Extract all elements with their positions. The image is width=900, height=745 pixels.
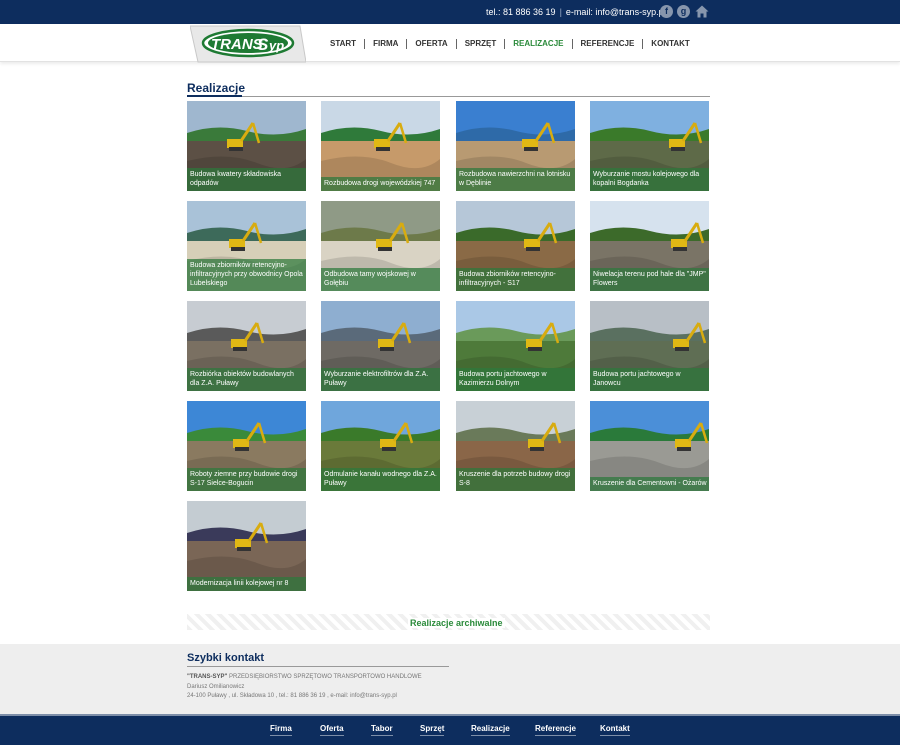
gallery-item[interactable]: Modernizacja linii kolejowej nr 8: [187, 501, 306, 591]
main-menu: START FIRMA OFERTA SPRZĘT REALIZACJE REF…: [322, 39, 698, 49]
menu-item-sprzet[interactable]: SPRZĘT: [455, 39, 505, 49]
gallery-caption: Rozbudowa nawierzchni na lotnisku w Dębl…: [456, 168, 575, 191]
gallery-caption: Rozbudowa drogi wojewódzkiej 747: [321, 177, 440, 191]
company-owner: Dariusz Omilianowicz: [187, 684, 245, 690]
gallery-item[interactable]: Wyburzanie mostu kolejowego dla kopalni …: [590, 101, 709, 191]
gallery-caption: Budowa kwatery składowiska odpadów: [187, 168, 306, 191]
quick-contact-section: Szybki kontakt "TRANS-SYP" PRZEDSIĘBIORS…: [0, 644, 900, 714]
gallery-item[interactable]: Budowa kwatery składowiska odpadów: [187, 101, 306, 191]
gallery-item[interactable]: Odmulanie kanału wodnego dla Z.A. Puławy: [321, 401, 440, 491]
logo-text-main: TRANS: [211, 36, 263, 53]
footer-item-firma[interactable]: Firma: [270, 724, 292, 736]
page-title: Realizacje: [187, 81, 246, 95]
gallery-caption: Modernizacja linii kolejowej nr 8: [187, 577, 306, 591]
gallery-caption: Roboty ziemne przy budowie drogi S-17 Si…: [187, 468, 306, 491]
footer-item-tabor[interactable]: Tabor: [371, 724, 393, 736]
logo-text-s: S: [257, 35, 269, 54]
gallery-item[interactable]: Budowa portu jachtowego w Kazimierzu Dol…: [456, 301, 575, 391]
menu-item-referencje[interactable]: REFERENCJE: [571, 39, 643, 49]
top-bar: tel.: 81 886 36 19 | e-mail: info@trans-sy…: [0, 0, 900, 24]
gallery-item[interactable]: Rozbiórka obiektów budowlanych dla Z.A. …: [187, 301, 306, 391]
company-desc: PRZEDSIĘBIORSTWO SPRZĘTOWO TRANSPORTOWO …: [229, 674, 422, 680]
footer-nav: Firma Oferta Tabor Sprzęt Realizacje Ref…: [0, 714, 900, 745]
gallery-item[interactable]: Budowa portu jachtowego w Janowcu: [590, 301, 709, 391]
trans-syp-logo[interactable]: TRANS S yp: [190, 24, 306, 64]
gallery-caption: Budowa zbiorników retencyjno-infiltracyj…: [456, 268, 575, 291]
facebook-icon[interactable]: f: [660, 5, 673, 18]
header-contact: tel.: 81 886 36 19 | e-mail: info@trans-sy…: [486, 7, 666, 17]
gallery-item[interactable]: Rozbudowa drogi wojewódzkiej 747: [321, 101, 440, 191]
footer-item-kontakt[interactable]: Kontakt: [600, 724, 630, 736]
home-icon[interactable]: [695, 5, 709, 18]
menu-item-kontakt[interactable]: KONTAKT: [642, 39, 698, 49]
gallery-caption: Wyburzanie elektrofiltrów dla Z.A. Puław…: [321, 368, 440, 391]
title-divider: [187, 96, 710, 97]
logo-text-suffix: yp: [268, 38, 284, 53]
menu-item-firma[interactable]: FIRMA: [364, 39, 406, 49]
gallery-caption: Budowa zbiorników retencyjno-infiltracyj…: [187, 259, 306, 291]
gallery-caption: Odbudowa tamy wojskowej w Gołębiu: [321, 268, 440, 291]
company-name: "TRANS-SYP": [187, 674, 228, 680]
google-glyph: g: [680, 6, 687, 16]
archive-link[interactable]: Realizacje archiwalne: [408, 618, 505, 628]
footer-item-referencje[interactable]: Referencje: [535, 724, 576, 736]
facebook-glyph: f: [665, 6, 668, 16]
gallery-caption: Budowa portu jachtowego w Janowcu: [590, 368, 709, 391]
gallery-item[interactable]: Niwelacja terenu pod hale dla "JMP" Flow…: [590, 201, 709, 291]
menu-item-oferta[interactable]: OFERTA: [406, 39, 455, 49]
header-separator: |: [559, 7, 562, 17]
gallery-item[interactable]: Kruszenie dla potrzeb budowy drogi S-8: [456, 401, 575, 491]
gallery-item[interactable]: Wyburzanie elektrofiltrów dla Z.A. Puław…: [321, 301, 440, 391]
gallery-item[interactable]: Kruszenie dla Cementowni - Ożarów: [590, 401, 709, 491]
gallery-item[interactable]: Odbudowa tamy wojskowej w Gołębiu: [321, 201, 440, 291]
gallery-caption: Odmulanie kanału wodnego dla Z.A. Puławy: [321, 468, 440, 491]
gallery-item[interactable]: Rozbudowa nawierzchni na lotnisku w Dębl…: [456, 101, 575, 191]
footer-item-oferta[interactable]: Oferta: [320, 724, 344, 736]
menu-item-realizacje[interactable]: REALIZACJE: [504, 39, 571, 49]
gallery-caption: Kruszenie dla Cementowni - Ożarów: [590, 477, 709, 491]
gallery-item[interactable]: Budowa zbiorników retencyjno-infiltracyj…: [187, 201, 306, 291]
gallery-caption: Kruszenie dla potrzeb budowy drogi S-8: [456, 468, 575, 491]
header-phone: tel.: 81 886 36 19: [486, 7, 556, 17]
gallery-caption: Niwelacja terenu pod hale dla "JMP" Flow…: [590, 268, 709, 291]
gallery-item[interactable]: Roboty ziemne przy budowie drogi S-17 Si…: [187, 401, 306, 491]
company-address: 24-100 Puławy , ul. Składowa 10 , tel.: …: [187, 693, 397, 699]
footer-item-sprzet[interactable]: Sprzęt: [420, 724, 445, 736]
menu-item-start[interactable]: START: [322, 39, 364, 49]
quick-contact-divider: [187, 666, 449, 667]
footer-item-realizacje[interactable]: Realizacje: [471, 724, 510, 736]
gallery-caption: Wyburzanie mostu kolejowego dla kopalni …: [590, 168, 709, 191]
quick-contact-title: Szybki kontakt: [187, 652, 265, 664]
header-email[interactable]: e-mail: info@trans-syp.pl: [566, 7, 666, 17]
company-line: "TRANS-SYP" PRZEDSIĘBIORSTWO SPRZĘTOWO T…: [187, 674, 422, 680]
gallery-caption: Budowa portu jachtowego w Kazimierzu Dol…: [456, 368, 575, 391]
gallery-item[interactable]: Budowa zbiorników retencyjno-infiltracyj…: [456, 201, 575, 291]
gallery-caption: Rozbiórka obiektów budowlanych dla Z.A. …: [187, 368, 306, 391]
title-divider-accent: [187, 95, 242, 97]
google-plus-icon[interactable]: g: [677, 5, 690, 18]
